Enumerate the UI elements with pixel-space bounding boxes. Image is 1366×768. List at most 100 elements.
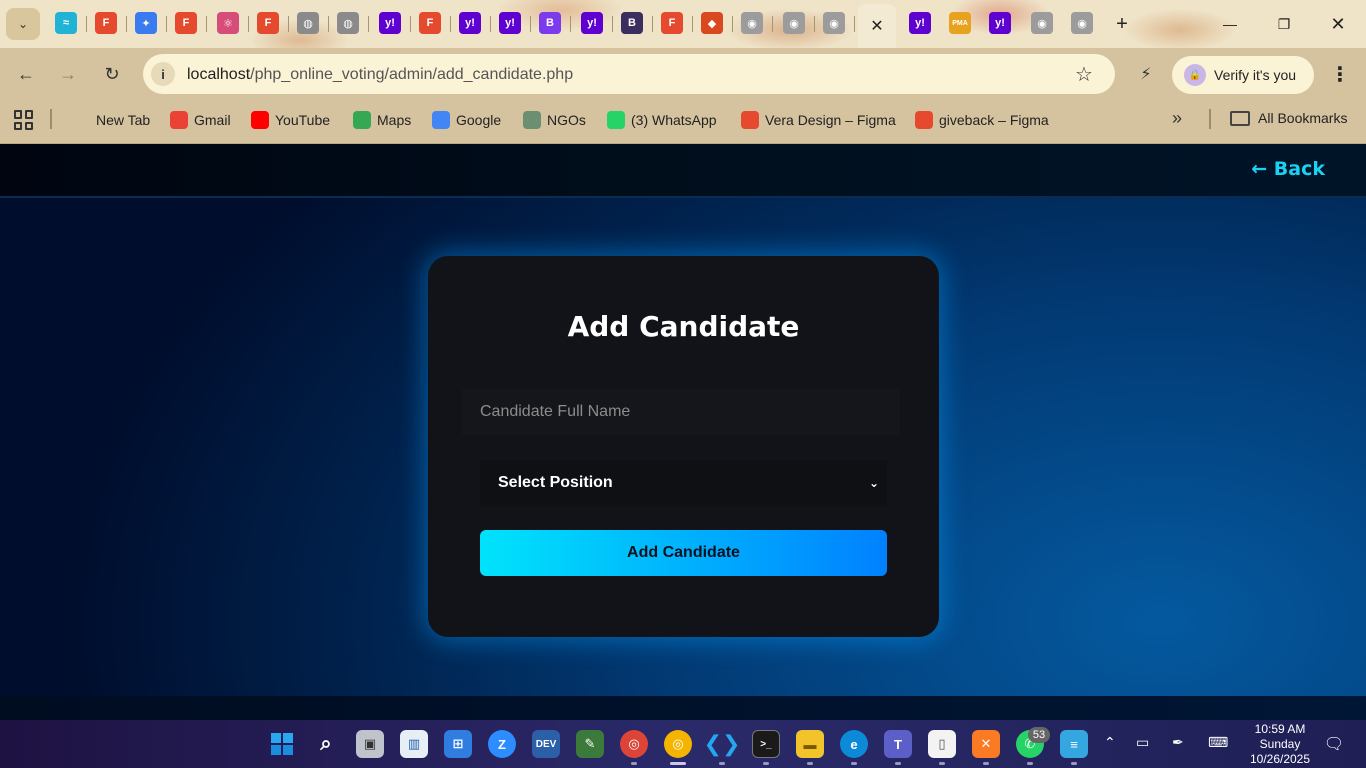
phpmyadmin-icon[interactable]: PMA xyxy=(949,12,971,34)
form-title: Add Candidate xyxy=(567,310,800,343)
bootstrap-icon[interactable]: B xyxy=(539,12,561,34)
all-bookmarks-button[interactable]: All Bookmarks xyxy=(1230,110,1347,126)
new-tab-button[interactable]: + xyxy=(1110,12,1134,36)
bookmark-item[interactable]: Gmail xyxy=(170,110,231,130)
tab-separator xyxy=(248,16,249,32)
globe-icon[interactable]: ◍ xyxy=(337,12,359,34)
figma-icon[interactable]: F xyxy=(175,12,197,34)
running-indicator xyxy=(763,762,769,765)
all-bookmarks-label: All Bookmarks xyxy=(1258,110,1348,126)
browser-menu-button[interactable]: ⋮ xyxy=(1328,62,1352,86)
tailwind-icon[interactable]: ≈ xyxy=(55,12,77,34)
battery-icon[interactable]: ▭ xyxy=(1136,734,1149,751)
back-link[interactable]: ← Back xyxy=(1251,158,1325,180)
search-icon[interactable]: ⌕ xyxy=(312,730,340,758)
chevron-up-icon[interactable]: ⌃ xyxy=(1104,734,1116,751)
notepad-icon[interactable]: ≡ xyxy=(1060,730,1088,758)
profile-chip[interactable]: 🔒 Verify it's you xyxy=(1172,56,1314,94)
tab-separator xyxy=(86,16,87,32)
running-indicator xyxy=(807,762,813,765)
bookmark-separator xyxy=(50,109,52,129)
minimize-button[interactable]: — xyxy=(1203,0,1257,48)
file-icon[interactable]: ▯ xyxy=(928,730,956,758)
microsoft-store-icon[interactable]: ⊞ xyxy=(444,730,472,758)
yahoo-icon[interactable]: y! xyxy=(379,12,401,34)
pen-icon[interactable]: ✒ xyxy=(1172,734,1184,751)
yahoo-icon[interactable]: y! xyxy=(581,12,603,34)
notepad-plus-icon[interactable]: ✎ xyxy=(576,730,604,758)
close-window-button[interactable]: ✕ xyxy=(1311,0,1365,48)
bookmark-item[interactable]: giveback – Figma xyxy=(915,110,1049,130)
active-tab-close-button[interactable]: ✕ xyxy=(858,4,896,48)
github-icon[interactable]: ◉ xyxy=(1031,12,1053,34)
terminal-icon[interactable]: >_ xyxy=(752,730,780,758)
yahoo-icon[interactable]: y! xyxy=(909,12,931,34)
bookmark-item[interactable]: New Tab xyxy=(96,110,150,130)
candidate-name-input[interactable] xyxy=(462,389,900,435)
system-clock[interactable]: 10:59 AM Sunday 10/26/2025 xyxy=(1240,720,1320,768)
page-footer xyxy=(0,696,1366,720)
add-candidate-button[interactable]: Add Candidate xyxy=(480,530,887,576)
edge-icon[interactable]: e xyxy=(840,730,868,758)
back-nav-button[interactable]: ← xyxy=(14,62,38,86)
github-icon[interactable]: ◉ xyxy=(783,12,805,34)
chrome-icon[interactable]: ◎ xyxy=(664,730,692,758)
yahoo-icon[interactable]: y! xyxy=(459,12,481,34)
windows-start-icon[interactable] xyxy=(268,730,296,758)
xampp-icon[interactable]: ✕ xyxy=(972,730,1000,758)
bookmark-item[interactable]: Google xyxy=(432,110,501,130)
yahoo-icon[interactable]: y! xyxy=(989,12,1011,34)
widgets-icon[interactable]: ▥ xyxy=(400,730,428,758)
bookmark-label: giveback – Figma xyxy=(939,112,1049,128)
task-view-icon[interactable]: ▣ xyxy=(356,730,384,758)
github-icon[interactable]: ◉ xyxy=(823,12,845,34)
bookmark-item[interactable]: NGOs xyxy=(523,110,586,130)
clock-day: Sunday xyxy=(1259,736,1301,751)
running-indicator xyxy=(719,762,725,765)
github-icon[interactable]: ◉ xyxy=(1071,12,1093,34)
figma-icon[interactable]: F xyxy=(661,12,683,34)
file-explorer-icon[interactable]: ▬ xyxy=(796,730,824,758)
bookmark-label: Gmail xyxy=(194,112,231,128)
lock-avatar-icon: 🔒 xyxy=(1184,64,1206,86)
figma-icon[interactable]: F xyxy=(95,12,117,34)
figma-icon[interactable]: F xyxy=(419,12,441,34)
teams-icon[interactable]: T xyxy=(884,730,912,758)
bookmark-item[interactable]: Vera Design – Figma xyxy=(741,110,896,130)
yahoo-icon[interactable]: y! xyxy=(499,12,521,34)
tab-separator xyxy=(732,16,733,32)
restore-button[interactable]: ❐ xyxy=(1257,0,1311,48)
devhome-icon[interactable]: DEV xyxy=(532,730,560,758)
vscode-icon[interactable]: ❮❯ xyxy=(704,730,741,758)
bookmark-item[interactable]: Maps xyxy=(353,110,411,130)
site-info-icon[interactable]: i xyxy=(151,62,175,86)
gemini-icon[interactable]: ✦ xyxy=(135,12,157,34)
github-icon[interactable]: ◉ xyxy=(741,12,763,34)
tab-search-button[interactable]: ⌄ xyxy=(6,8,40,40)
apps-grid-icon[interactable] xyxy=(14,110,34,130)
forward-nav-button[interactable]: → xyxy=(56,62,80,86)
whatsapp-icon xyxy=(607,111,625,129)
react-icon[interactable]: ⚛ xyxy=(217,12,239,34)
performance-icon[interactable]: ⚡ xyxy=(1134,62,1158,86)
tab-separator xyxy=(652,16,653,32)
globe-icon[interactable]: ◍ xyxy=(297,12,319,34)
keyboard-icon[interactable]: ⌨ xyxy=(1208,734,1228,751)
clock-time: 10:59 AM xyxy=(1254,721,1306,736)
url-path: /php_online_voting/admin/add_candidate.p… xyxy=(250,66,574,83)
url-text[interactable]: localhost/php_online_voting/admin/add_ca… xyxy=(187,66,573,84)
more-bookmarks-icon[interactable]: » xyxy=(1172,108,1182,129)
reload-button[interactable]: ↻ xyxy=(100,62,124,86)
chevron-down-icon: ⌄ xyxy=(868,476,879,490)
chrome-profile-icon[interactable]: ◎ xyxy=(620,730,648,758)
bookmark-star-icon[interactable]: ☆ xyxy=(1075,62,1093,87)
bookmark-label: YouTube xyxy=(275,112,331,128)
figma-icon[interactable]: F xyxy=(257,12,279,34)
bootstrap-icon[interactable]: B xyxy=(621,12,643,34)
notification-icon[interactable]: 🗨 xyxy=(1322,732,1346,756)
bookmark-item[interactable]: YouTube xyxy=(251,110,330,130)
brave-icon[interactable]: ◆ xyxy=(701,12,723,34)
bookmark-item[interactable]: (3) WhatsApp xyxy=(607,110,717,130)
zoom-icon[interactable]: Z xyxy=(488,730,516,758)
position-select[interactable]: Select Position ⌄ xyxy=(480,460,887,506)
